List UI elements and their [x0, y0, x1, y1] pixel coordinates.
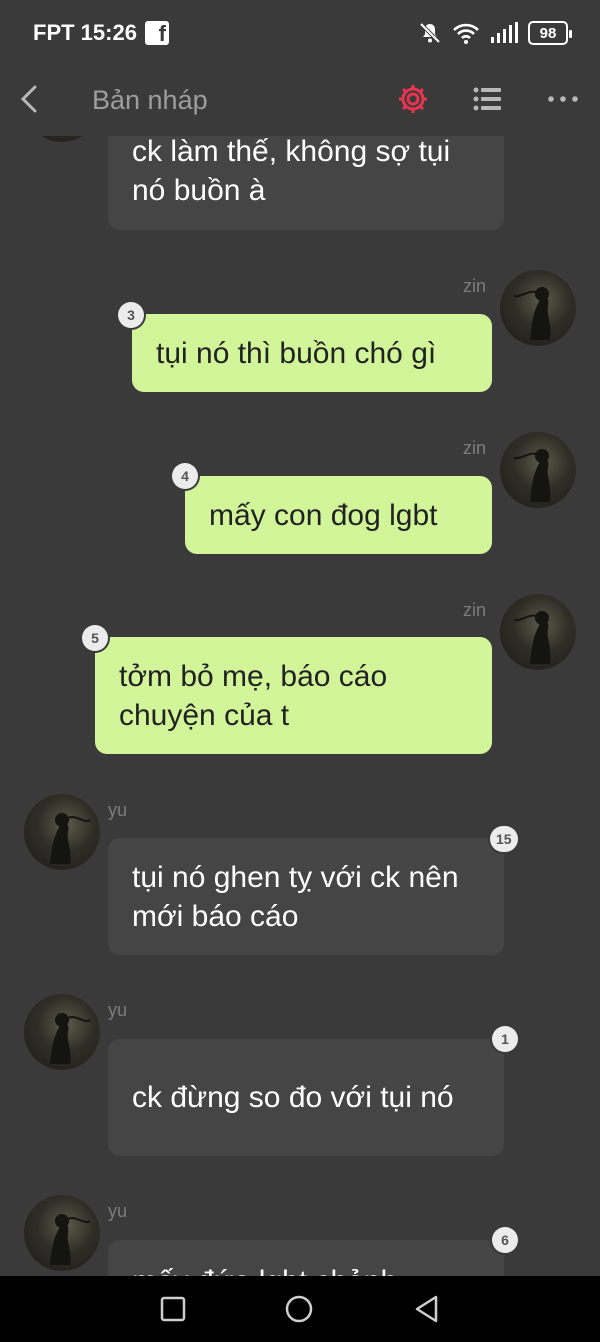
page-title: Bản nháp: [92, 85, 208, 115]
avatar-image: [50, 1214, 91, 1265]
gear-icon: [399, 85, 427, 113]
reply-count-badge[interactable]: 5: [82, 625, 108, 651]
more-button[interactable]: [546, 82, 580, 116]
sender-name: zin: [463, 276, 487, 296]
avatar-image: [513, 287, 551, 340]
avatar-image: [50, 813, 91, 864]
message-bubble[interactable]: ck đừng so đo với tụi nó: [108, 1039, 504, 1156]
circle-icon: [285, 1295, 313, 1323]
list-icon: [473, 87, 501, 111]
avatar-image: [513, 449, 551, 502]
signal-icon: [491, 22, 518, 43]
reply-count-badge[interactable]: 15: [490, 826, 518, 852]
sender-name: zin: [463, 438, 487, 458]
chevron-left-icon: [20, 85, 37, 113]
status-left: FPT 15:26 f: [33, 20, 169, 46]
sender-name: yu: [108, 1000, 128, 1020]
message-bubble[interactable]: mấy đứa lgbt chảnh: [108, 1240, 504, 1276]
message-bubble[interactable]: tụi nó ghen tỵ với ck nên mới báo cáo: [108, 838, 504, 955]
square-icon: [160, 1296, 186, 1322]
status-right: 98: [418, 21, 572, 45]
status-bar: FPT 15:26 f 98: [0, 0, 600, 70]
avatar[interactable]: [500, 270, 576, 346]
reply-count-badge[interactable]: 6: [492, 1227, 518, 1253]
avatar[interactable]: [24, 994, 100, 1070]
reply-count-badge[interactable]: 1: [492, 1026, 518, 1052]
avatar-image: [513, 611, 551, 664]
wifi-icon: [453, 23, 479, 44]
settings-button[interactable]: [396, 82, 430, 116]
list-button[interactable]: [470, 82, 504, 116]
message-text: mấy đứa lgbt chảnh: [132, 1262, 397, 1276]
chat-area[interactable]: ck làm thế, không sợ tụi nó buồn à zin t…: [0, 136, 600, 1276]
system-back-button[interactable]: [412, 1294, 442, 1324]
triangle-back-icon: [415, 1295, 438, 1323]
avatar[interactable]: [24, 136, 100, 142]
message-bubble[interactable]: tụi nó thì buồn chó gì: [132, 314, 492, 392]
recents-button[interactable]: [158, 1294, 188, 1324]
message-bubble[interactable]: tởm bỏ mẹ, báo cáo chuyện của t: [95, 637, 492, 754]
sender-name: zin: [463, 600, 487, 620]
facebook-icon: f: [144, 21, 169, 45]
app-bar: Bản nháp: [0, 70, 600, 136]
message-text: tụi nó thì buồn chó gì: [156, 336, 437, 370]
carrier-time: FPT 15:26: [33, 20, 137, 45]
sender-name: yu: [108, 1201, 128, 1221]
message-text: tụi nó ghen tỵ với ck nên mới báo cáo: [132, 860, 459, 933]
system-nav-bar: [0, 1276, 600, 1342]
reply-count-badge[interactable]: 4: [172, 463, 198, 489]
sender-name: yu: [108, 800, 128, 820]
avatar[interactable]: [24, 794, 100, 870]
back-button[interactable]: [14, 82, 44, 116]
battery-level: 98: [539, 24, 557, 42]
message-text: ck đừng so đo với tụi nó: [132, 1081, 454, 1114]
avatar[interactable]: [24, 1195, 100, 1271]
message-bubble[interactable]: mấy con đog lgbt: [185, 476, 492, 554]
more-dots-icon: [548, 96, 578, 102]
avatar-image: [50, 1013, 91, 1064]
message-text: tởm bỏ mẹ, báo cáo chuyện của t: [119, 659, 388, 732]
avatar[interactable]: [500, 432, 576, 508]
battery-indicator: 98: [528, 21, 572, 45]
home-button[interactable]: [284, 1294, 314, 1324]
message-text: mấy con đog lgbt: [209, 498, 438, 532]
avatar[interactable]: [500, 594, 576, 670]
reply-count-badge[interactable]: 3: [118, 302, 144, 328]
message-bubble[interactable]: ck làm thế, không sợ tụi nó buồn à: [108, 136, 504, 230]
message-text: ck làm thế, không sợ tụi nó buồn à: [132, 136, 451, 207]
bell-off-icon: [419, 22, 441, 44]
